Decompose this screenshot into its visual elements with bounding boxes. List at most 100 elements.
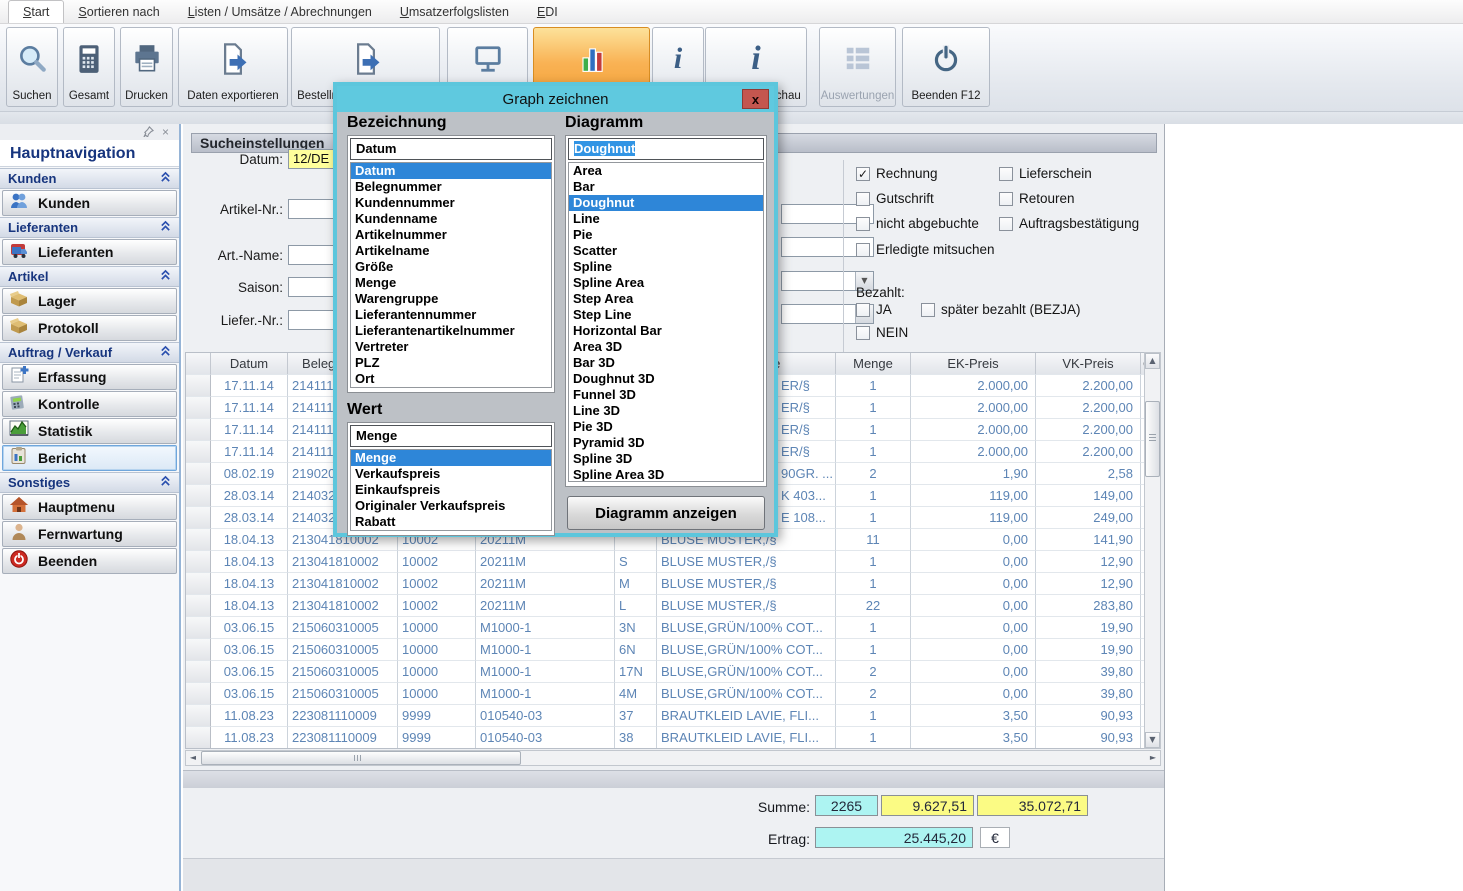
lieferschein-checkbox[interactable] (999, 167, 1013, 181)
list-item[interactable]: Doughnut 3D (569, 371, 763, 387)
bezahlt-nein-checkbox[interactable] (856, 326, 870, 340)
list-item[interactable]: Menge (351, 275, 551, 291)
row-selector-cell[interactable] (186, 396, 211, 418)
table-row[interactable]: 11.08.23 223081110009 9999 010540-03 37 … (186, 704, 1145, 726)
list-item[interactable]: Artikelnummer (351, 227, 551, 243)
table-row[interactable]: 03.06.15 215060310005 10000 M1000-1 17N … (186, 660, 1145, 682)
horizontal-scrollbar[interactable]: ◄ ► (185, 750, 1161, 766)
list-item[interactable]: Line (569, 211, 763, 227)
list-item[interactable]: PLZ (351, 355, 551, 371)
sidebar-group-sonstiges[interactable]: Sonstiges (0, 472, 179, 493)
col-menge[interactable]: Menge (836, 353, 911, 374)
list-item[interactable]: Area 3D (569, 339, 763, 355)
row-selector-cell[interactable] (186, 484, 211, 506)
sidebar-item-bericht[interactable]: Bericht (2, 445, 177, 471)
spaeter-bezahlt-checkbox[interactable] (921, 303, 935, 317)
list-item[interactable]: Pie 3D (569, 419, 763, 435)
print-button[interactable]: Drucken (120, 27, 173, 107)
erledigte-mitsuchen-checkbox[interactable] (856, 243, 870, 257)
list-item[interactable]: Bar (569, 179, 763, 195)
gutschrift-checkbox[interactable] (856, 192, 870, 206)
list-item[interactable]: Artikelname (351, 243, 551, 259)
table-row[interactable]: 18.04.13 213041810002 10002 20211M M BLU… (186, 572, 1145, 594)
list-item[interactable]: Originaler Verkaufspreis (351, 498, 551, 514)
table-row[interactable]: 03.06.15 215060310005 10000 M1000-1 6N B… (186, 638, 1145, 660)
diagramm-input[interactable]: Doughnut (568, 138, 764, 160)
sidebar-group-auftrag-verkauf[interactable]: Auftrag / Verkauf (0, 342, 179, 363)
list-item[interactable]: Step Line (569, 307, 763, 323)
scroll-left-icon[interactable]: ◄ (186, 751, 200, 765)
sidebar-item-fernwartung[interactable]: Fernwartung (2, 521, 177, 547)
retouren-checkbox[interactable] (999, 192, 1013, 206)
sidebar-group-artikel[interactable]: Artikel (0, 266, 179, 287)
vertical-scrollbar[interactable]: ▲ ▼ (1144, 352, 1161, 749)
wert-input[interactable]: Menge (350, 425, 552, 447)
row-selector-cell[interactable] (186, 528, 211, 550)
sidebar-item-protokoll[interactable]: Protokoll (2, 315, 177, 341)
sidebar-item-beenden[interactable]: Beenden (2, 548, 177, 574)
list-item[interactable]: Verkaufspreis (351, 466, 551, 482)
list-item[interactable]: Ort (351, 371, 551, 387)
col-vk-preis[interactable]: VK-Preis (1036, 353, 1141, 374)
sidebar-item-lager[interactable]: Lager (2, 288, 177, 314)
col-ek-preis[interactable]: EK-Preis (911, 353, 1036, 374)
list-item[interactable]: Line 3D (569, 403, 763, 419)
row-selector-cell[interactable] (186, 638, 211, 660)
row-selector-cell[interactable] (186, 726, 211, 748)
scroll-up-icon[interactable]: ▲ (1145, 353, 1160, 369)
menu-tab-start[interactable]: Start (8, 0, 64, 23)
list-item[interactable]: Warengruppe (351, 291, 551, 307)
close-icon[interactable]: × (162, 126, 169, 138)
sidebar-item-hauptmenu[interactable]: Hauptmenu (2, 494, 177, 520)
table-row[interactable]: 11.08.23 223081110009 9999 010540-03 38 … (186, 726, 1145, 748)
export-data-button[interactable]: Daten exportieren (178, 27, 288, 107)
sidebar-group-lieferanten[interactable]: Lieferanten (0, 217, 179, 238)
horizontal-scroll-thumb[interactable] (201, 751, 521, 765)
list-item[interactable]: Kundennummer (351, 195, 551, 211)
list-item[interactable]: Scatter (569, 243, 763, 259)
sidebar-item-kontrolle[interactable]: Kontrolle (2, 391, 177, 417)
list-item[interactable]: Step Area (569, 291, 763, 307)
menu-tab-edi[interactable]: EDI (523, 1, 572, 23)
auftragsbestaetigung-checkbox[interactable] (999, 217, 1013, 231)
list-item[interactable]: Datum (351, 163, 551, 179)
row-selector-cell[interactable] (186, 682, 211, 704)
scroll-right-icon[interactable]: ► (1146, 751, 1160, 765)
bezahlt-ja-checkbox[interactable] (856, 303, 870, 317)
nicht-abgebuchte-checkbox[interactable] (856, 217, 870, 231)
list-item[interactable]: Belegnummer (351, 179, 551, 195)
pin-icon[interactable] (143, 126, 154, 139)
row-selector-cell[interactable] (186, 462, 211, 484)
row-selector-cell[interactable] (186, 704, 211, 726)
sidebar-item-erfassung[interactable]: Erfassung (2, 364, 177, 390)
list-item[interactable]: Doughnut (569, 195, 763, 211)
list-item[interactable]: Kundenname (351, 211, 551, 227)
sidebar-item-lieferanten[interactable]: Lieferanten (2, 239, 177, 265)
list-item[interactable]: Horizontal Bar (569, 323, 763, 339)
row-selector-cell[interactable] (186, 374, 211, 396)
table-row[interactable]: 18.04.13 213041810002 10002 20211M S BLU… (186, 550, 1145, 572)
list-item[interactable]: Lieferantenartikelnummer (351, 323, 551, 339)
list-item[interactable]: Rabatt (351, 514, 551, 530)
list-item[interactable]: Area (569, 163, 763, 179)
menu-tab-sortieren-nach[interactable]: Sortieren nach (64, 1, 173, 23)
sidebar-item-statistik[interactable]: Statistik (2, 418, 177, 444)
table-row[interactable]: 03.06.15 215060310005 10000 M1000-1 3N B… (186, 616, 1145, 638)
list-item[interactable]: Spline Area 3D (569, 467, 763, 482)
sidebar-group-kunden[interactable]: Kunden (0, 168, 179, 189)
rechnung-checkbox[interactable]: ✓ (856, 167, 870, 181)
list-item[interactable]: Funnel 3D (569, 387, 763, 403)
menu-tab-umsatzerfolgslisten[interactable]: Umsatzerfolgslisten (386, 1, 523, 23)
menu-tab-listen-umsaetze[interactable]: Listen / Umsätze / Abrechnungen (174, 1, 386, 23)
list-item[interactable]: Bar 3D (569, 355, 763, 371)
scroll-down-icon[interactable]: ▼ (1145, 732, 1160, 748)
row-selector-cell[interactable] (186, 506, 211, 528)
list-item[interactable]: Menge (351, 450, 551, 466)
list-item[interactable]: Spline (569, 259, 763, 275)
diagramm-anzeigen-button[interactable]: Diagramm anzeigen (567, 496, 765, 530)
table-row[interactable]: 18.04.13 213041810002 10002 20211M L BLU… (186, 594, 1145, 616)
search-button[interactable]: Suchen (6, 27, 58, 107)
row-selector-cell[interactable] (186, 594, 211, 616)
row-selector-cell[interactable] (186, 418, 211, 440)
exit-button[interactable]: Beenden F12 (902, 27, 990, 107)
